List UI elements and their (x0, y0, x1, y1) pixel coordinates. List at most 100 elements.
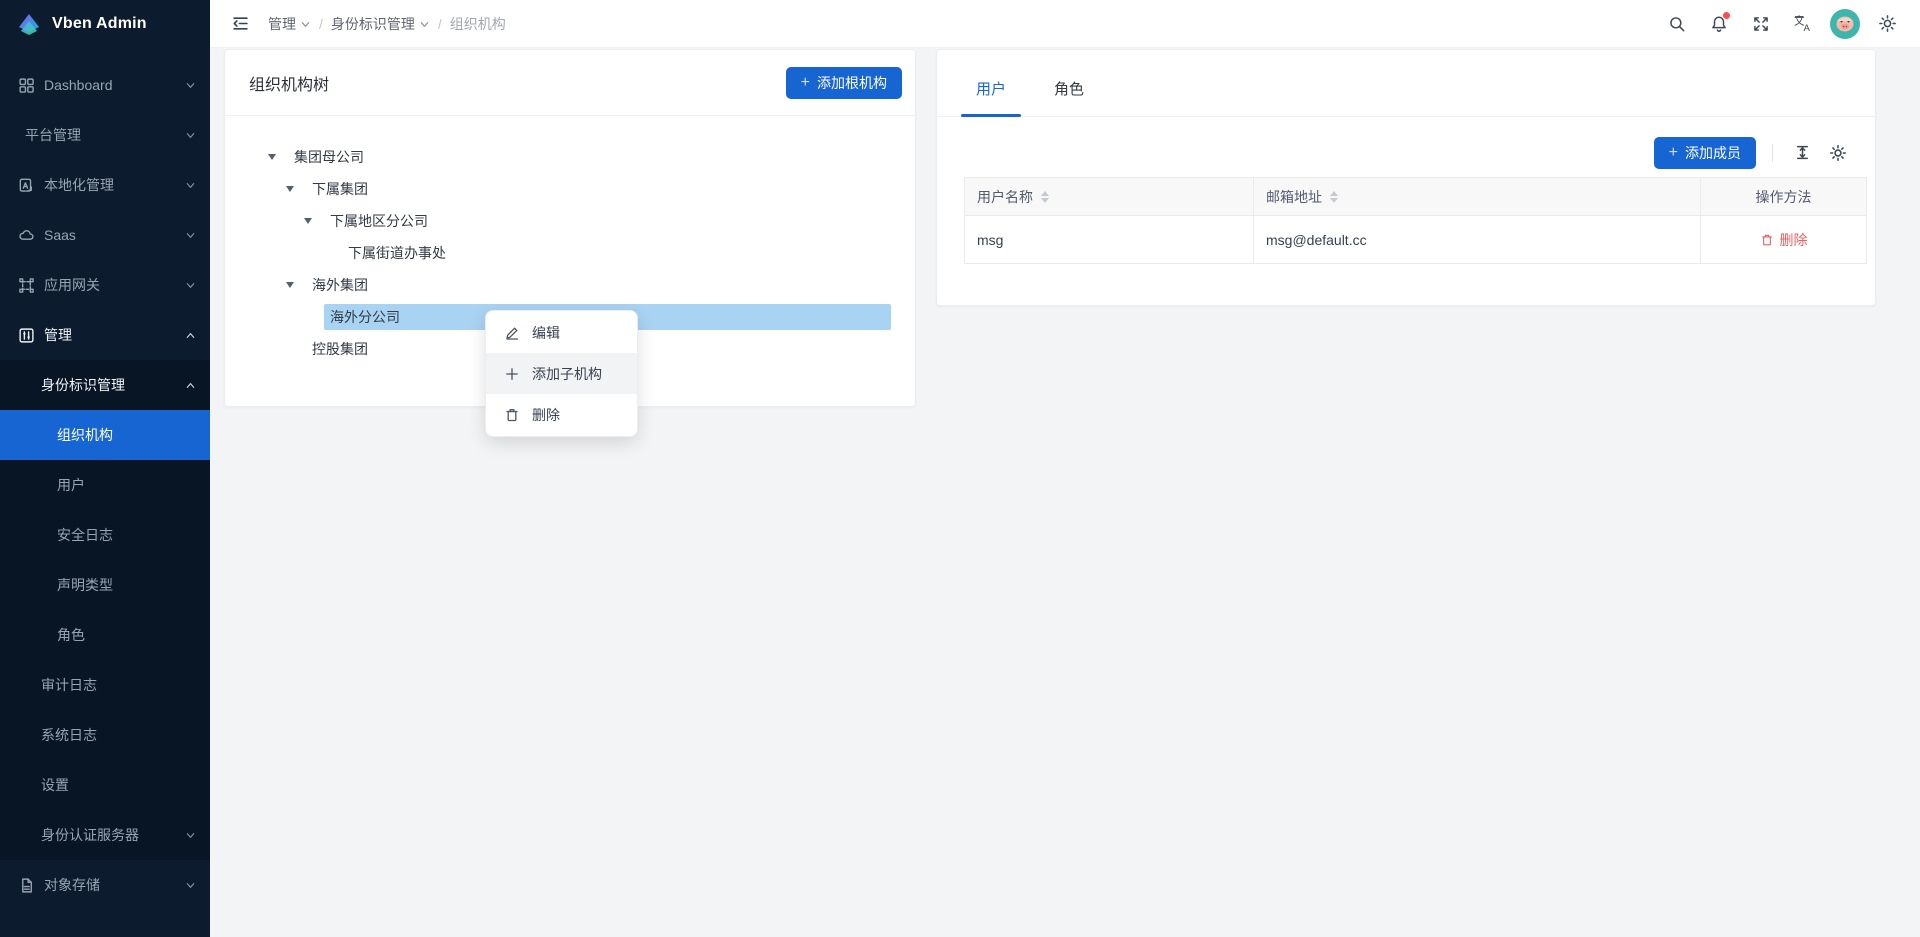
breadcrumb-item[interactable]: 管理 (268, 14, 311, 34)
table-settings-gear-icon[interactable] (1825, 140, 1851, 166)
app-title: Vben Admin (52, 15, 147, 33)
toolbar-divider (1772, 144, 1773, 162)
breadcrumb-item: 组织机构 (450, 14, 506, 34)
context-menu-item-add-child[interactable]: 添加子机构 (486, 353, 637, 394)
menu-fold-icon[interactable] (226, 10, 254, 38)
plus-icon: + (1669, 145, 1678, 161)
sidebar-item-audit-log[interactable]: 审计日志 (0, 660, 210, 710)
sidebar-item-localization[interactable]: 本地化管理 (0, 160, 210, 210)
sidebar-item-object-storage[interactable]: 对象存储 (0, 860, 210, 910)
translate-icon[interactable]: 文A (1786, 7, 1820, 41)
sidebar-item-label: 管理 (44, 325, 72, 345)
tab-users[interactable]: 用户 (961, 50, 1021, 116)
search-icon[interactable] (1660, 7, 1694, 41)
tree-expand-caret-icon[interactable] (283, 282, 297, 288)
sidebar-item-roles[interactable]: 角色 (0, 610, 210, 660)
column-header-inner: 操作方法 (1756, 187, 1812, 207)
tree-node-group-parent[interactable]: 集团母公司 (225, 141, 891, 173)
chevron-down-icon (300, 19, 311, 30)
svg-text:A: A (1803, 23, 1810, 33)
sort-carets-icon[interactable] (1041, 191, 1049, 203)
fullscreen-icon[interactable] (1744, 7, 1778, 41)
sidebar-item-auth-server[interactable]: 身份认证服务器 (0, 810, 210, 860)
context-menu-item-delete[interactable]: 删除 (486, 394, 637, 435)
add-member-label: 添加成员 (1685, 143, 1741, 163)
members-tabs: 用户角色 (937, 50, 1875, 117)
sidebar-item-users[interactable]: 用户 (0, 460, 210, 510)
tree-node-sub-region-branch[interactable]: 下属地区分公司 (225, 205, 891, 237)
sidebar-item-label: Dashboard (44, 77, 113, 93)
localization-icon (18, 177, 35, 194)
tree-expand-caret-icon[interactable] (283, 186, 297, 192)
breadcrumb: 管理/身份标识管理/组织机构 (268, 14, 506, 34)
sidebar-item-platform[interactable]: 平台管理 (0, 110, 210, 160)
org-tree-panel-header: 组织机构树 + 添加根机构 (225, 50, 915, 116)
breadcrumb-label: 组织机构 (450, 14, 506, 34)
tree-node-sub-street-office[interactable]: 下属街道办事处 (225, 237, 891, 269)
sort-carets-icon[interactable] (1330, 191, 1338, 203)
chevron-down-icon (185, 830, 196, 841)
avatar[interactable] (1828, 7, 1862, 41)
sidebar-item-claim-types[interactable]: 声明类型 (0, 560, 210, 610)
header-actions: 文A (1660, 7, 1904, 41)
tree-context-menu: 编辑添加子机构删除 (485, 310, 638, 437)
bell-icon[interactable] (1702, 7, 1736, 41)
delete-member-button[interactable]: 删除 (1760, 230, 1808, 250)
chevron-down-icon (185, 230, 196, 241)
tab-roles[interactable]: 角色 (1039, 50, 1099, 116)
add-root-org-button[interactable]: + 添加根机构 (786, 67, 902, 99)
column-header-email[interactable]: 邮箱地址 (1254, 178, 1701, 216)
chevron-down-icon (419, 19, 430, 30)
sidebar-item-label: 对象存储 (44, 875, 100, 895)
tree-expand-caret-icon[interactable] (301, 218, 315, 224)
row-height-icon[interactable] (1789, 140, 1815, 166)
sidebar-item-identity[interactable]: 身份标识管理 (0, 360, 210, 410)
column-header-action: 操作方法 (1701, 178, 1867, 216)
sidebar: Vben Admin Dashboard 平台管理本地化管理 Saas 应用网关管理身… (0, 0, 210, 937)
tree-node-label: 下属地区分公司 (324, 208, 891, 234)
sidebar-item-system-log[interactable]: 系统日志 (0, 710, 210, 760)
sidebar-item-dashboard[interactable]: Dashboard (0, 60, 210, 110)
members-panel: 用户角色 + 添加成员 用户名称 邮箱地址 操作方法 msgmsg@default.… (936, 49, 1876, 306)
saas-icon (18, 227, 35, 244)
delete-label: 删除 (1780, 230, 1808, 250)
panel-title: 组织机构树 (249, 71, 329, 95)
sidebar-item-settings[interactable]: 设置 (0, 760, 210, 810)
sidebar-item-manage[interactable]: 管理 (0, 310, 210, 360)
plus-icon (504, 366, 520, 382)
cell-actions: 删除 (1701, 216, 1867, 264)
sidebar-item-saas[interactable]: Saas (0, 210, 210, 260)
tree-node-sub-group[interactable]: 下属集团 (225, 173, 891, 205)
chevron-down-icon (185, 880, 196, 891)
sidebar-item-label: 审计日志 (41, 675, 97, 695)
column-header-name[interactable]: 用户名称 (965, 178, 1254, 216)
sidebar-item-gateway[interactable]: 应用网关 (0, 260, 210, 310)
chevron-up-icon (185, 330, 196, 341)
column-header-inner: 用户名称 (977, 187, 1049, 207)
sidebar-item-label: 身份认证服务器 (41, 825, 139, 845)
dashboard-icon (18, 77, 35, 94)
gear-icon[interactable] (1870, 7, 1904, 41)
tree-node-label: 下属集团 (306, 176, 891, 202)
breadcrumb-label: 管理 (268, 14, 296, 34)
members-table: 用户名称 邮箱地址 操作方法 msgmsg@default.cc删除 (964, 177, 1867, 264)
sidebar-item-organization[interactable]: 组织机构 (0, 410, 210, 460)
members-table-body: msgmsg@default.cc删除 (965, 216, 1867, 264)
sidebar-item-label: 设置 (41, 775, 69, 795)
breadcrumb-separator: / (319, 16, 323, 32)
sidebar-menu: Dashboard 平台管理本地化管理 Saas 应用网关管理身份标识管理组织机构用户… (0, 48, 210, 910)
logo[interactable]: Vben Admin (0, 0, 210, 48)
chevron-down-icon (185, 130, 196, 141)
breadcrumb-item[interactable]: 身份标识管理 (331, 14, 430, 34)
notification-badge (1723, 12, 1730, 19)
context-menu-item-edit[interactable]: 编辑 (486, 312, 637, 353)
tree-node-overseas-group[interactable]: 海外集团 (225, 269, 891, 301)
add-member-button[interactable]: + 添加成员 (1654, 137, 1756, 169)
tree-expand-caret-icon[interactable] (265, 154, 279, 160)
members-toolbar: + 添加成员 (937, 117, 1875, 175)
sidebar-item-label: 用户 (57, 475, 85, 495)
sidebar-item-security-log[interactable]: 安全日志 (0, 510, 210, 560)
sidebar-item-label: 本地化管理 (44, 175, 114, 195)
sidebar-item-label: Saas (44, 227, 76, 243)
tree-node-label: 海外集团 (306, 272, 891, 298)
